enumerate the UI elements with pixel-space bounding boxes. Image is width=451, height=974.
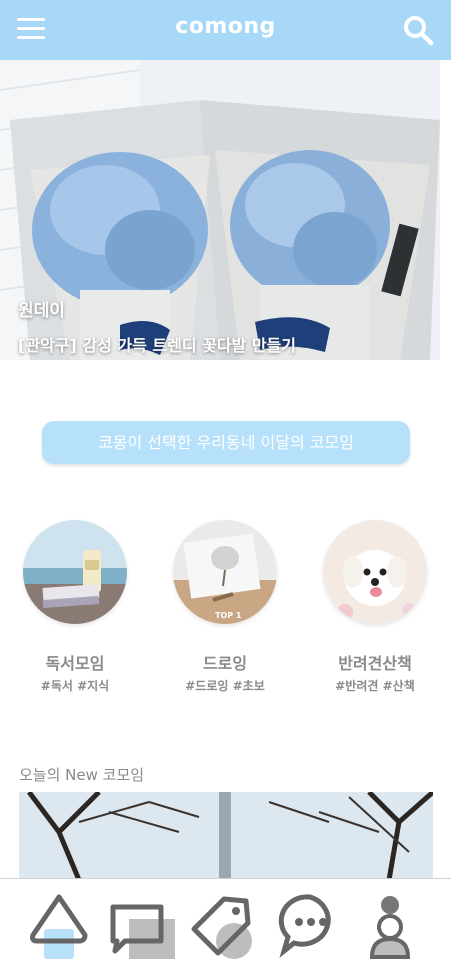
top-badge: TOP 1	[215, 611, 242, 620]
book-by-sea-photo	[23, 520, 127, 624]
bottom-tab-bar	[0, 878, 451, 974]
brand-logo[interactable]: comong	[0, 14, 451, 39]
category-item-reading[interactable]: 독서모임 #독서 #지식	[22, 520, 128, 694]
category-name: 독서모임	[45, 654, 105, 673]
monthly-pick-button[interactable]: 코몽이 선택한 우리동네 이달의 코모임	[42, 421, 410, 464]
category-tags: #독서 #지식	[40, 679, 110, 693]
home-icon[interactable]	[27, 889, 97, 963]
tag-icon[interactable]	[188, 889, 258, 963]
category-tags: #드로잉 #초보	[185, 679, 265, 693]
chat-icon[interactable]	[107, 889, 177, 963]
hero-carousel[interactable]: 원데이 [관악구] 감성 가득 트렌디 꽃다발 만들기	[0, 60, 451, 360]
drawing-easel-photo: TOP 1	[173, 520, 277, 624]
profile-icon[interactable]	[356, 889, 426, 963]
bouquet-photo	[0, 60, 451, 360]
new-section-title: 오늘의 New 코모임	[19, 766, 145, 784]
category-name: 드로잉	[202, 654, 248, 673]
app-header: comong	[0, 0, 451, 60]
category-tags: #반려견 #산책	[335, 679, 415, 693]
hero-category: 원데이	[18, 301, 65, 321]
category-item-drawing[interactable]: TOP 1 드로잉 #드로잉 #초보	[172, 520, 278, 694]
category-item-dog-walk[interactable]: 반려견산책 #반려견 #산책	[322, 520, 428, 694]
message-bubble-icon[interactable]	[276, 889, 346, 963]
tree-and-tower-photo[interactable]	[19, 792, 433, 880]
white-dog-photo	[323, 520, 427, 624]
hero-title[interactable]: [관악구] 감성 가득 트렌디 꽃다발 만들기	[18, 332, 296, 356]
category-name: 반려견산책	[338, 654, 412, 673]
search-icon[interactable]	[400, 12, 436, 48]
